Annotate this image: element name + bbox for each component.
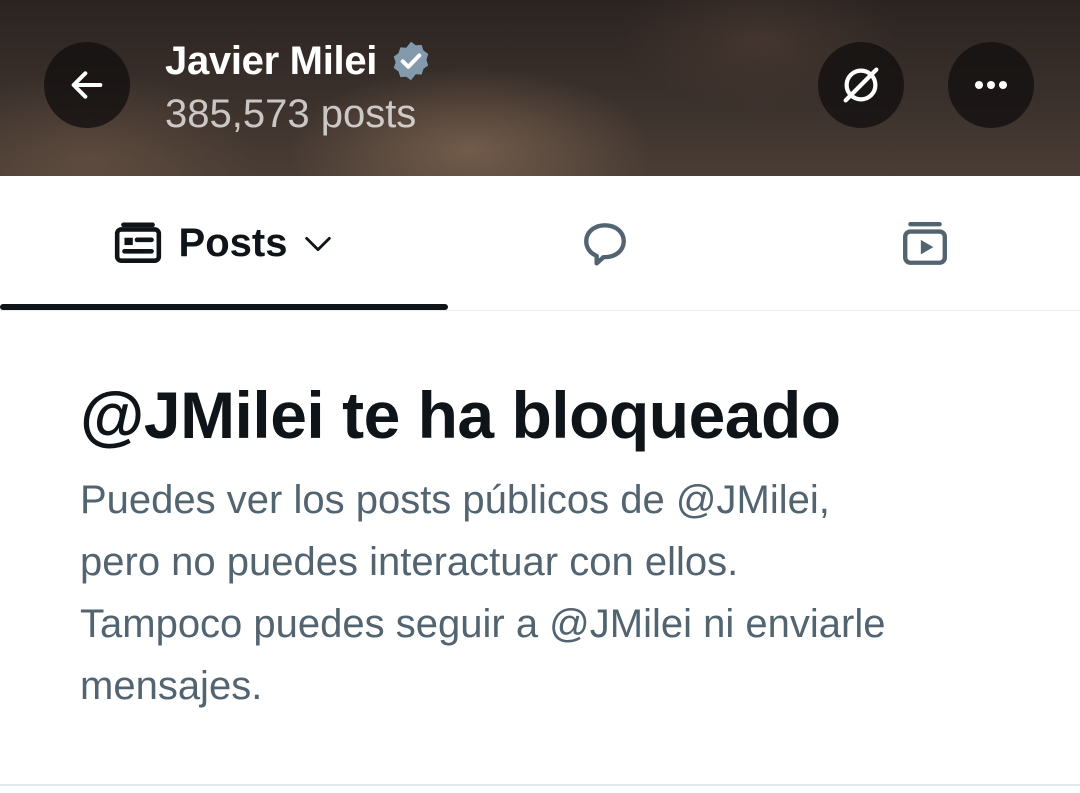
profile-title: Javier Milei 385,573 posts	[165, 36, 433, 137]
grok-button[interactable]	[818, 42, 904, 128]
blocked-message-line: Puedes ver los posts públicos de @JMilei…	[80, 478, 830, 522]
profile-name: Javier Milei	[165, 38, 378, 83]
post-count: 385,573 posts	[165, 92, 417, 136]
reply-bubble-icon	[584, 222, 626, 266]
divider	[0, 784, 1080, 786]
more-dots-icon	[975, 81, 1007, 89]
tab-active-indicator	[0, 304, 448, 310]
posts-list-icon	[114, 222, 161, 263]
blocked-message-line: mensajes.	[80, 664, 263, 708]
chevron-down-icon	[305, 236, 332, 251]
blocked-title: @JMilei te ha bloqueado	[80, 378, 841, 452]
more-options-button[interactable]	[948, 42, 1034, 128]
media-play-icon	[903, 221, 947, 265]
verified-badge-icon	[393, 41, 429, 81]
tab-posts-label: Posts	[178, 221, 288, 265]
blocked-message-line: pero no puedes interactuar con ellos.	[80, 540, 739, 584]
profile-header: Javier Milei 385,573 posts	[0, 0, 1080, 176]
blocked-notice: @JMilei te ha bloqueado Puedes ver los p…	[80, 375, 1040, 717]
profile-tabs: Posts	[0, 176, 1080, 311]
blocked-message: Puedes ver los posts públicos de @JMilei…	[80, 469, 1040, 717]
tab-media[interactable]	[700, 176, 1080, 311]
blocked-message-line: Tampoco puedes seguir a @JMilei ni envia…	[80, 602, 886, 646]
arrow-left-icon	[71, 71, 103, 99]
grok-icon	[843, 67, 879, 103]
back-button[interactable]	[44, 42, 130, 128]
